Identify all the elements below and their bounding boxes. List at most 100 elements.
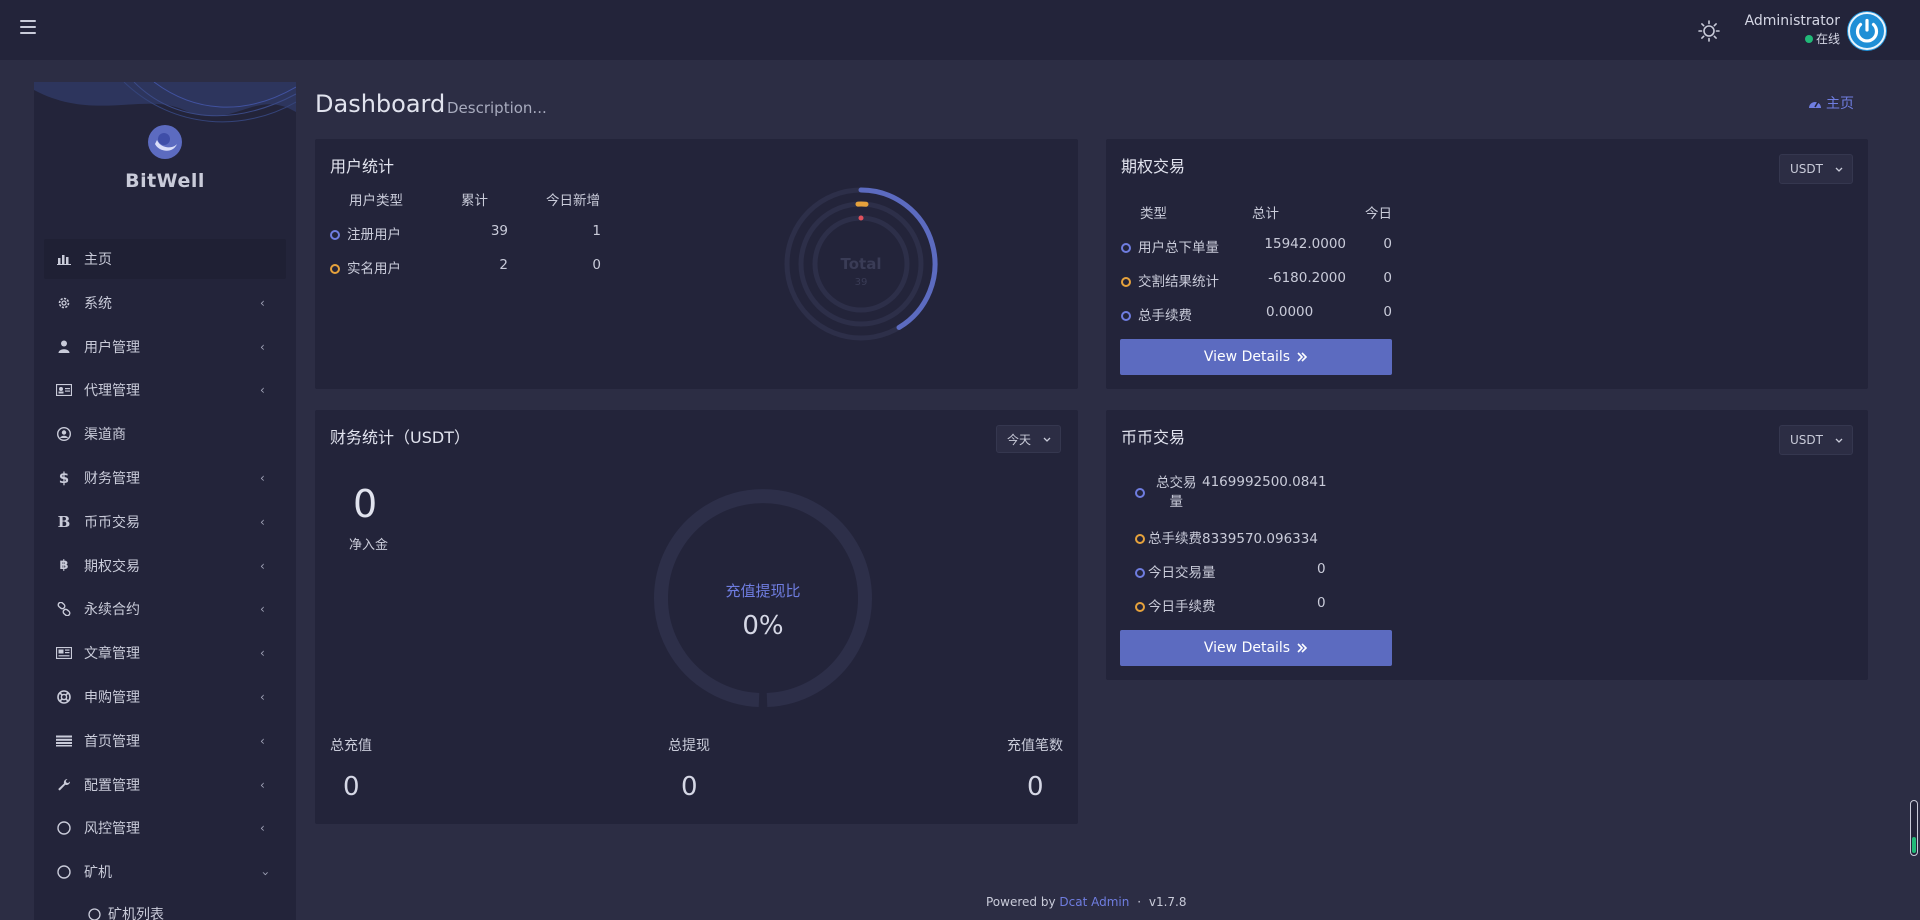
column-header: 累计 bbox=[461, 193, 488, 209]
sidebar-item-finance[interactable]: $ 财务管理 ‹ bbox=[44, 458, 286, 498]
sidebar-item-label: 配置管理 bbox=[84, 777, 140, 794]
options-today: 0 bbox=[1383, 270, 1392, 286]
brand-logo-icon bbox=[148, 125, 182, 159]
series-dot-icon bbox=[330, 264, 340, 274]
sidebar-item-homepage[interactable]: 首页管理 ‹ bbox=[44, 721, 286, 761]
double-chevron-right-icon bbox=[1297, 352, 1308, 362]
avatar[interactable] bbox=[1847, 11, 1887, 51]
sidebar: BitWell 主页 系统 ‹ 用户管理 ‹ 代理管理 ‹ 渠道商 $ 财务管理… bbox=[34, 82, 296, 920]
table-row: 今日手续费 bbox=[1135, 595, 1216, 615]
period-select[interactable]: 今天 bbox=[996, 425, 1061, 453]
footer-powered-text: Powered by bbox=[986, 895, 1056, 909]
online-dot-icon bbox=[1804, 35, 1813, 43]
options-total: 0.0000 bbox=[1266, 304, 1314, 320]
sidebar-item-risk[interactable]: 风控管理 ‹ bbox=[44, 808, 286, 848]
breadcrumb-home: 主页 bbox=[1826, 96, 1854, 112]
sidebar-item-label: 永续合约 bbox=[84, 602, 140, 619]
column-header: 总计 bbox=[1252, 206, 1279, 222]
column-header: 用户类型 bbox=[349, 193, 403, 209]
sidebar-item-home[interactable]: 主页 bbox=[44, 239, 286, 279]
chevron-left-icon: ‹ bbox=[260, 733, 265, 748]
user-today: 1 bbox=[592, 223, 601, 239]
total-withdraw-label: 总提现 bbox=[668, 738, 710, 754]
deposit-count-label: 充值笔数 bbox=[1007, 738, 1063, 754]
user-info[interactable]: Administrator 在线 bbox=[1740, 12, 1840, 48]
user-today: 0 bbox=[592, 257, 601, 273]
chevron-left-icon: ‹ bbox=[260, 295, 265, 310]
finance-stats-card: 财务统计（USDT） 今天 0 净入金 充值提现比 0% 总充值 0 总提现 0… bbox=[315, 410, 1078, 824]
double-chevron-right-icon bbox=[1297, 643, 1308, 653]
column-header: 类型 bbox=[1140, 206, 1167, 222]
chart-total-label: Total bbox=[841, 255, 882, 273]
footer-dcat-link[interactable]: Dcat Admin bbox=[1059, 895, 1129, 909]
chart-total-value: 39 bbox=[855, 277, 868, 288]
options-view-details-button[interactable]: View Details bbox=[1120, 339, 1392, 375]
chevron-left-icon: ‹ bbox=[260, 514, 265, 529]
bitcoin-icon: ฿ bbox=[59, 558, 69, 574]
brand: BitWell bbox=[34, 124, 296, 192]
scrollbar-thumb[interactable] bbox=[1912, 837, 1916, 853]
currency-select[interactable]: USDT bbox=[1779, 154, 1853, 184]
sidebar-item-config[interactable]: 配置管理 ‹ bbox=[44, 765, 286, 805]
bar-chart-icon bbox=[56, 251, 72, 267]
sidebar-item-label: 期权交易 bbox=[84, 558, 140, 575]
sidebar-item-perpetual[interactable]: 永续合约 ‹ bbox=[44, 589, 286, 629]
page-description: Description... bbox=[447, 99, 547, 117]
sidebar-item-miners[interactable]: 矿机 ‹ bbox=[44, 852, 286, 892]
sidebar-item-channels[interactable]: 渠道商 bbox=[44, 414, 286, 454]
spot-trade-title: 币币交易 bbox=[1121, 428, 1186, 447]
sidebar-item-label: 风控管理 bbox=[84, 821, 140, 838]
table-row: 用户总下单量 bbox=[1121, 236, 1219, 256]
sidebar-item-label: 币币交易 bbox=[84, 514, 140, 531]
user-total: 39 bbox=[490, 223, 508, 239]
chevron-left-icon: ‹ bbox=[260, 821, 265, 836]
chevron-down-icon: ‹ bbox=[258, 871, 272, 877]
options-trade-card: 期权交易 USDT 类型 总计 今日 用户总下单量 15942.0000 0 交… bbox=[1106, 139, 1868, 389]
table-row: 注册用户 bbox=[330, 223, 401, 243]
series-dot-icon bbox=[1135, 488, 1145, 498]
newspaper-icon bbox=[56, 645, 72, 661]
sidebar-item-agents[interactable]: 代理管理 ‹ bbox=[44, 370, 286, 410]
sidebar-item-label: 用户管理 bbox=[84, 339, 140, 356]
sidebar-item-system[interactable]: 系统 ‹ bbox=[44, 283, 286, 323]
series-dot-icon bbox=[330, 230, 340, 240]
sidebar-subitem-miner-list[interactable]: 矿机列表 bbox=[44, 896, 286, 920]
currency-select[interactable]: USDT bbox=[1779, 425, 1853, 455]
chevron-down-icon bbox=[1835, 438, 1843, 443]
sidebar-item-label: 代理管理 bbox=[84, 383, 140, 400]
total-deposit-value: 0 bbox=[343, 772, 360, 802]
spot-view-details-button[interactable]: View Details bbox=[1120, 630, 1392, 666]
sidebar-item-label: 系统 bbox=[84, 295, 112, 312]
footer-separator: · bbox=[1137, 895, 1142, 909]
sidebar-item-label: 矿机列表 bbox=[108, 906, 164, 920]
life-ring-icon bbox=[56, 689, 72, 705]
sidebar-item-options-trading[interactable]: ฿ 期权交易 ‹ bbox=[44, 546, 286, 586]
deposit-count-value: 0 bbox=[1027, 772, 1044, 802]
column-header: 今日 bbox=[1365, 206, 1392, 222]
table-row: 交割结果统计 bbox=[1121, 270, 1219, 290]
chevron-left-icon: ‹ bbox=[260, 558, 265, 573]
circle-icon bbox=[88, 908, 101, 920]
spot-today-fee-value: 0 bbox=[1317, 595, 1326, 611]
chevron-left-icon: ‹ bbox=[260, 602, 265, 617]
breadcrumb[interactable]: 主页 bbox=[1808, 93, 1854, 113]
series-dot-icon bbox=[1121, 277, 1131, 287]
chevron-left-icon: ‹ bbox=[260, 646, 265, 661]
chevron-left-icon: ‹ bbox=[260, 777, 265, 792]
sidebar-item-subscription[interactable]: 申购管理 ‹ bbox=[44, 677, 286, 717]
sidebar-item-spot-trading[interactable]: B 币币交易 ‹ bbox=[44, 502, 286, 542]
sidebar-item-articles[interactable]: 文章管理 ‹ bbox=[44, 633, 286, 673]
power-icon bbox=[1848, 12, 1886, 50]
table-row: 总手续费 bbox=[1121, 304, 1192, 324]
options-today: 0 bbox=[1383, 304, 1392, 320]
series-dot-icon bbox=[1121, 243, 1131, 253]
user-stats-title: 用户统计 bbox=[330, 157, 395, 176]
dollar-icon: $ bbox=[58, 468, 70, 487]
sidebar-item-label: 财务管理 bbox=[84, 470, 140, 487]
page-scrollbar[interactable] bbox=[1910, 800, 1918, 856]
sidebar-item-users[interactable]: 用户管理 ‹ bbox=[44, 327, 286, 367]
menu-toggle-icon[interactable] bbox=[20, 20, 36, 34]
theme-toggle-icon[interactable] bbox=[1698, 20, 1720, 42]
user-total: 2 bbox=[499, 257, 508, 273]
options-today: 0 bbox=[1383, 236, 1392, 252]
